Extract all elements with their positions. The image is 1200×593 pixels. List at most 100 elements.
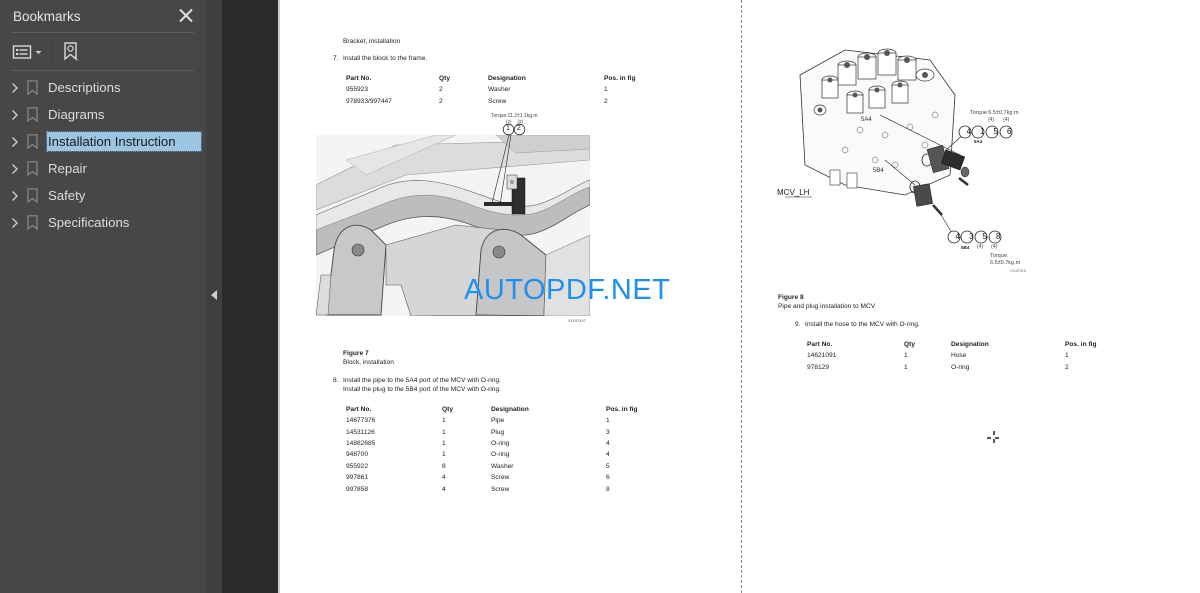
figure-7-title: Figure 7 xyxy=(343,350,369,357)
panel-splitter[interactable] xyxy=(206,0,222,593)
crosshair-cursor-icon xyxy=(987,431,1001,445)
torque-top: Torque:6.5±0.7kg.m xyxy=(970,110,1019,116)
cell: 4 xyxy=(442,485,446,493)
caption-bracket: Bracket, installation xyxy=(343,38,401,45)
cell: 8 xyxy=(606,485,610,493)
figure-7-caption: Block, installation xyxy=(343,359,394,366)
table-header-row: Part No. Qty Designation Pos. in fig xyxy=(346,72,654,84)
cell: Hose xyxy=(951,352,967,360)
col-designation: Designation xyxy=(491,405,529,413)
callout-1: 1 xyxy=(506,125,510,132)
port-label-5b4: 5B4 xyxy=(873,168,884,174)
divider xyxy=(12,70,194,71)
divider xyxy=(12,32,194,33)
options-dropdown-button[interactable] xyxy=(12,44,42,60)
qty-label: (4) xyxy=(991,244,998,250)
cell: 1 xyxy=(442,451,446,459)
chevron-down-icon xyxy=(35,50,42,54)
step-text: Install the block to the frame. xyxy=(343,55,428,62)
bookmark-label: Descriptions xyxy=(48,80,121,95)
cell: 4 xyxy=(442,474,446,482)
cell: 3 xyxy=(606,428,610,436)
cell: Screw xyxy=(488,97,507,105)
find-bookmark-icon xyxy=(64,42,79,61)
chevron-right-icon[interactable] xyxy=(11,82,21,94)
chevron-right-icon[interactable] xyxy=(11,217,21,229)
cell: O-ring xyxy=(951,363,970,371)
col-qty: Qty xyxy=(904,340,915,348)
cell: 1 xyxy=(442,417,446,425)
top-port-label: 5A4 xyxy=(974,139,983,144)
callout: 3 xyxy=(969,232,974,241)
bookmark-icon xyxy=(27,188,39,203)
port-label-5a4: 5A4 xyxy=(861,117,872,123)
callout: 5 xyxy=(982,232,987,241)
callout: 6 xyxy=(1007,127,1012,136)
find-bookmark-button[interactable] xyxy=(63,42,81,62)
table-row: 948700 1 O-ring 4 xyxy=(346,449,656,460)
step-number: 9. xyxy=(795,321,801,328)
pdf-viewer-app: Bookmarks Descriptions Diagrams Installa… xyxy=(0,0,1200,593)
bookmark-icon xyxy=(27,161,39,176)
cell: 978933/997447 xyxy=(346,97,392,105)
cell: 2 xyxy=(1065,363,1069,371)
cell: Pipe xyxy=(491,417,505,425)
cell: O-ring xyxy=(491,451,510,459)
table-row: 978933/997447 2 Screw 2 xyxy=(346,95,654,106)
bookmark-safety[interactable]: Safety xyxy=(0,182,206,209)
col-part-no: Part No. xyxy=(346,405,372,413)
bookmark-label: Repair xyxy=(48,161,87,176)
bookmark-diagrams[interactable]: Diagrams xyxy=(0,101,206,128)
collapse-left-icon[interactable] xyxy=(211,290,217,300)
close-icon[interactable] xyxy=(178,8,194,24)
chevron-right-icon[interactable] xyxy=(11,190,21,202)
page-divider xyxy=(741,0,742,593)
col-pos: Pos. in fig xyxy=(604,74,636,82)
bookmarks-header: Bookmarks xyxy=(13,6,194,26)
table-row: 997861 4 Screw 6 xyxy=(346,472,656,483)
table-row: 14882685 1 O-ring 4 xyxy=(346,438,656,449)
bookmark-icon xyxy=(27,215,39,230)
bookmark-icon xyxy=(27,80,39,95)
step-number: 7. xyxy=(333,55,339,62)
table-row: 14621091 1 Hose 1 xyxy=(807,350,1115,361)
bookmark-label: Specifications xyxy=(48,215,130,230)
col-designation: Designation xyxy=(951,340,989,348)
table-row: 955923 2 Washer 1 xyxy=(346,84,654,95)
table-row: 14531126 1 Plug 3 xyxy=(346,426,656,437)
cell: 1 xyxy=(442,439,446,447)
callout: 8 xyxy=(996,232,1001,241)
qty-label: (4) xyxy=(988,117,995,123)
cell: 6 xyxy=(606,474,610,482)
figure-8-title: Figure 8 xyxy=(778,294,804,301)
bookmark-descriptions[interactable]: Descriptions xyxy=(0,74,206,101)
bookmark-specifications[interactable]: Specifications xyxy=(0,209,206,236)
callout: 4 xyxy=(966,127,971,136)
qty-label: (4) xyxy=(1003,117,1010,123)
cell: 955922 xyxy=(346,462,369,470)
chevron-right-icon[interactable] xyxy=(11,109,21,121)
bookmarks-title: Bookmarks xyxy=(13,8,81,24)
cell: 1 xyxy=(606,417,610,425)
toolbar-separator xyxy=(52,41,53,63)
table-row: 955922 8 Washer 5 xyxy=(346,461,656,472)
cell: Plug xyxy=(491,428,505,436)
cell: Washer xyxy=(488,86,511,94)
bookmark-label: Safety xyxy=(48,188,86,203)
table-header-row: Part No. Qty Designation Pos. in fig xyxy=(346,403,656,415)
callout: 4 xyxy=(955,232,960,241)
callout: 5 xyxy=(993,127,998,136)
cell: 2 xyxy=(439,86,443,94)
callout-numbers: 1 2 xyxy=(506,125,526,132)
bookmarks-toolbar xyxy=(12,38,81,66)
chevron-right-icon[interactable] xyxy=(11,136,21,148)
chevron-right-icon[interactable] xyxy=(11,163,21,175)
cell: 1 xyxy=(1065,352,1069,360)
col-part-no: Part No. xyxy=(346,74,372,82)
bookmarks-panel: Bookmarks Descriptions Diagrams Installa… xyxy=(0,0,206,593)
bottom-callouts: 4 3 5 8 xyxy=(951,232,1005,241)
bookmark-repair[interactable]: Repair xyxy=(0,155,206,182)
cell: Screw xyxy=(491,485,510,493)
bookmark-installation-instruction[interactable]: Installation Instruction xyxy=(0,128,206,155)
col-part-no: Part No. xyxy=(807,340,833,348)
